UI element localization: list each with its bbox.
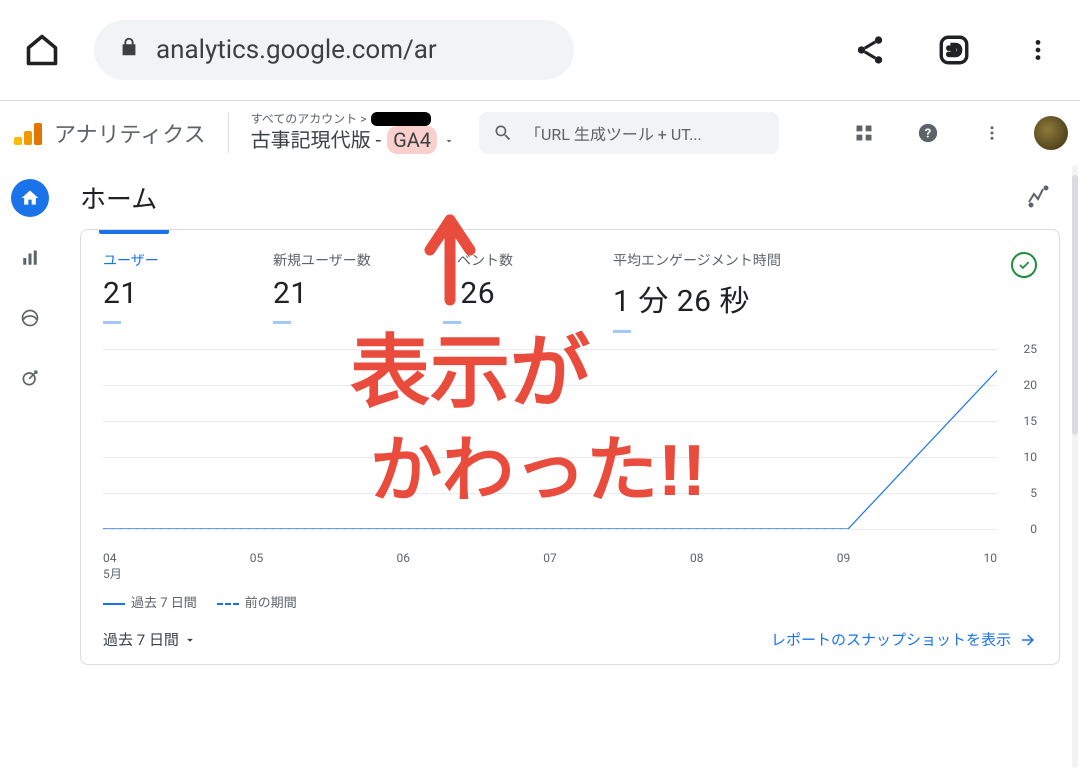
chart-legend: 過去 7 日間 前の期間 bbox=[81, 582, 1059, 621]
x-tick-label: 08 bbox=[690, 551, 704, 565]
nav-advertising[interactable] bbox=[11, 359, 49, 397]
extension-button[interactable]: :D bbox=[932, 28, 976, 72]
metric-engagement-time[interactable]: 平均エンゲージメント時間 1 分 26 秒 bbox=[613, 250, 843, 333]
chart: 0510152025 04050607080910 5月 bbox=[81, 341, 1059, 582]
metrics-row: ユーザー 21 新規ユーザー数 21 イベント数 126 平均エンゲージメント時… bbox=[81, 230, 1059, 341]
metric-users[interactable]: ユーザー 21 bbox=[103, 250, 263, 324]
lock-icon bbox=[118, 35, 140, 65]
scrollbar[interactable] bbox=[1072, 165, 1078, 768]
home-icon bbox=[20, 188, 40, 208]
y-tick-label: 5 bbox=[1030, 486, 1037, 500]
search-icon bbox=[493, 123, 513, 143]
svg-text:?: ? bbox=[925, 127, 931, 142]
y-tick-label: 0 bbox=[1030, 522, 1037, 536]
y-tick-label: 15 bbox=[1024, 414, 1038, 428]
metric-label: イベント数 bbox=[443, 250, 603, 270]
property-name-part2: GA4 bbox=[387, 126, 437, 154]
property-name-part1: 古事記現代版 - bbox=[251, 128, 382, 152]
url-text: analytics.google.com/ar bbox=[156, 35, 437, 65]
card-footer: 過去 7 日間 レポートのスナップショットを表示 bbox=[81, 621, 1059, 664]
nav-explore[interactable] bbox=[11, 299, 49, 337]
metric-new-users[interactable]: 新規ユーザー数 21 bbox=[273, 250, 433, 324]
y-tick-label: 10 bbox=[1024, 450, 1038, 464]
x-tick-label: 10 bbox=[984, 551, 998, 565]
browser-toolbar: analytics.google.com/ar :D bbox=[0, 0, 1080, 100]
status-ok-icon bbox=[1011, 252, 1037, 278]
x-tick-label: 09 bbox=[837, 551, 851, 565]
app-name: アナリティクス bbox=[54, 117, 206, 149]
url-bar[interactable]: analytics.google.com/ar bbox=[94, 20, 574, 80]
browser-menu-button[interactable] bbox=[1016, 28, 1060, 72]
x-tick-label: 06 bbox=[397, 551, 411, 565]
x-axis-sublabel: 5月 bbox=[103, 565, 1037, 582]
extension-icon: :D bbox=[937, 33, 971, 67]
explore-icon bbox=[20, 308, 40, 328]
home-icon bbox=[24, 32, 60, 68]
metric-value: 1 分 26 秒 bbox=[613, 276, 843, 320]
legend-previous: 前の期間 bbox=[217, 592, 297, 611]
y-tick-label: 20 bbox=[1024, 378, 1038, 392]
sparkline-icon bbox=[1026, 185, 1050, 209]
date-range-selector[interactable]: 過去 7 日間 bbox=[103, 629, 197, 650]
share-icon bbox=[853, 33, 887, 67]
x-tick-label: 07 bbox=[543, 551, 557, 565]
accounts-prefix: すべてのアカウント > bbox=[251, 112, 367, 126]
metric-events[interactable]: イベント数 126 bbox=[443, 250, 603, 324]
target-icon bbox=[20, 368, 40, 388]
metric-label: 新規ユーザー数 bbox=[273, 250, 433, 270]
analytics-logo-icon bbox=[12, 119, 40, 147]
dots-vertical-icon bbox=[983, 124, 1001, 142]
metric-label: 平均エンゲージメント時間 bbox=[613, 250, 843, 270]
apps-button[interactable] bbox=[842, 111, 886, 155]
dots-vertical-icon bbox=[1025, 37, 1051, 63]
y-tick-label: 25 bbox=[1024, 342, 1038, 356]
arrow-right-icon bbox=[1019, 631, 1037, 649]
search-input[interactable]: 「URL 生成ツール + UT... bbox=[479, 112, 779, 154]
main-content: ホーム ユーザー 21 新規ユーザー数 21 イベント数 bbox=[60, 165, 1080, 768]
app-header: アナリティクス すべてのアカウント > 古事記現代版 - GA4 「URL 生成… bbox=[0, 101, 1080, 165]
page-title: ホーム bbox=[80, 179, 157, 216]
snapshot-link[interactable]: レポートのスナップショットを表示 bbox=[771, 629, 1037, 650]
scrollbar-thumb[interactable] bbox=[1072, 175, 1078, 435]
side-rail bbox=[0, 165, 60, 768]
metric-value: 21 bbox=[103, 276, 263, 311]
help-button[interactable]: ? bbox=[906, 111, 950, 155]
metric-label: ユーザー bbox=[103, 250, 263, 270]
search-placeholder-text: 「URL 生成ツール + UT... bbox=[525, 121, 702, 145]
divider bbox=[228, 113, 229, 153]
nav-reports[interactable] bbox=[11, 239, 49, 277]
overview-card: ユーザー 21 新規ユーザー数 21 イベント数 126 平均エンゲージメント時… bbox=[80, 229, 1060, 665]
insights-button[interactable] bbox=[1016, 175, 1060, 219]
x-tick-label: 04 bbox=[103, 551, 117, 565]
help-icon: ? bbox=[917, 122, 939, 144]
metric-value: 21 bbox=[273, 276, 433, 311]
chevron-down-icon bbox=[443, 135, 455, 147]
metric-value: 126 bbox=[443, 276, 603, 311]
property-selector[interactable]: すべてのアカウント > 古事記現代版 - GA4 bbox=[251, 112, 455, 154]
share-button[interactable] bbox=[848, 28, 892, 72]
browser-home-button[interactable] bbox=[20, 28, 64, 72]
legend-current: 過去 7 日間 bbox=[103, 592, 197, 611]
bar-chart-icon bbox=[21, 249, 39, 267]
svg-text::D: :D bbox=[947, 42, 962, 60]
redacted-text bbox=[371, 112, 431, 126]
chevron-down-icon bbox=[183, 633, 197, 647]
x-tick-label: 05 bbox=[250, 551, 264, 565]
apps-grid-icon bbox=[854, 123, 874, 143]
avatar[interactable] bbox=[1034, 116, 1068, 150]
nav-home[interactable] bbox=[11, 179, 49, 217]
app-body: ホーム ユーザー 21 新規ユーザー数 21 イベント数 bbox=[0, 165, 1080, 768]
app-menu-button[interactable] bbox=[970, 111, 1014, 155]
